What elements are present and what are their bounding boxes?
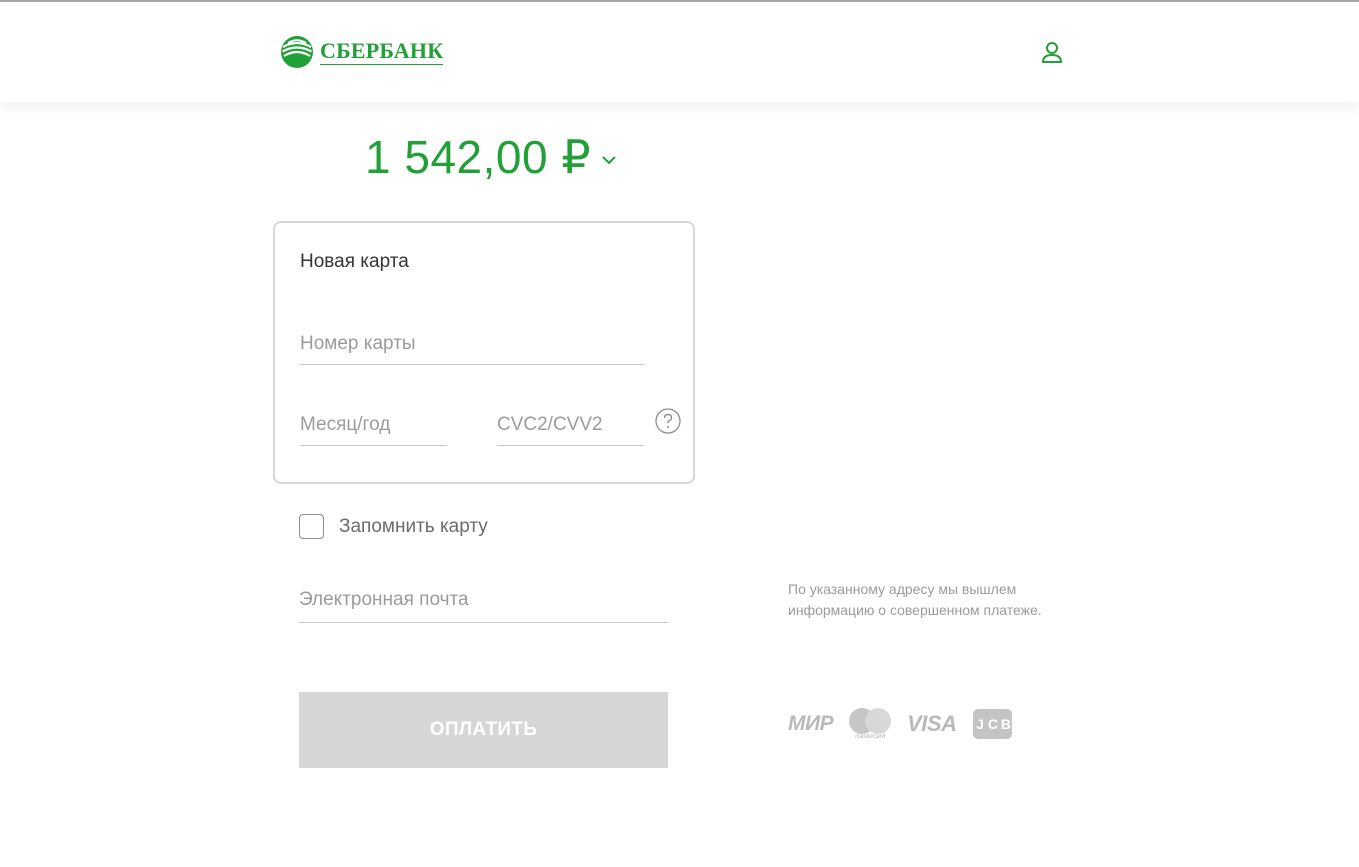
brand-logo[interactable]: СБЕРБАНК	[280, 35, 444, 69]
remember-card-toggle[interactable]: Запомнить карту	[299, 514, 488, 539]
email-note: По указанному адресу мы вышлем информаци…	[788, 581, 1042, 618]
cvc-field	[497, 404, 644, 446]
jcb-logo: J C B	[973, 709, 1013, 739]
card-number-input[interactable]	[300, 323, 644, 364]
question-icon[interactable]	[655, 408, 681, 434]
visa-logo: VISA	[907, 711, 957, 736]
mastercard-circle-right	[865, 708, 892, 734]
remember-card-checkbox[interactable]	[299, 514, 324, 539]
pay-button[interactable]: ОПЛАТИТЬ	[299, 692, 668, 768]
remember-card-label: Запомнить карту	[339, 515, 488, 537]
jcb-letter-b: B	[999, 709, 1013, 739]
sberbank-logo-icon	[280, 35, 314, 69]
card-form-title: Новая карта	[300, 251, 409, 272]
brand-name: СБЕРБАНК	[320, 38, 444, 65]
card-form: Новая карта	[273, 221, 695, 484]
payment-amount: 1 542,00 ₽	[365, 131, 592, 183]
card-number-field	[300, 323, 644, 365]
site-header: СБЕРБАНК	[0, 2, 1359, 102]
mir-logo: МИР	[788, 712, 834, 735]
expiry-field	[300, 404, 447, 446]
payment-amount-selector[interactable]: 1 542,00 ₽	[365, 130, 617, 184]
chevron-down-icon	[601, 152, 617, 170]
user-profile-button[interactable]	[1039, 40, 1065, 66]
jcb-letter-c: C	[986, 709, 1000, 739]
payment-systems: МИР mastercard VISA J C B	[788, 706, 1013, 742]
cvc-input[interactable]	[497, 404, 644, 445]
email-field	[299, 578, 668, 623]
mastercard-wordmark: mastercard	[855, 734, 886, 740]
expiry-input[interactable]	[300, 404, 447, 445]
user-icon	[1039, 42, 1065, 70]
email-input[interactable]	[299, 578, 668, 622]
mastercard-logo: mastercard	[847, 706, 893, 742]
jcb-letter-j: J	[973, 709, 987, 739]
